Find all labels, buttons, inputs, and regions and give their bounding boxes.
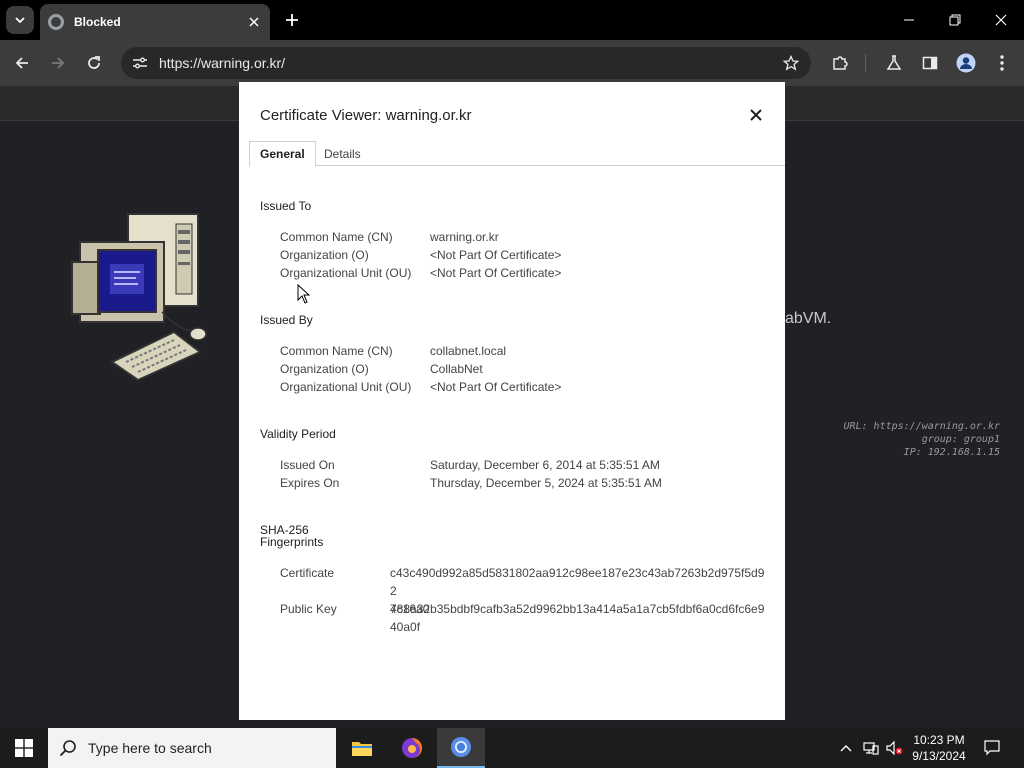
taskbar-chrome[interactable] — [437, 728, 485, 768]
taskbar-firefox[interactable] — [388, 728, 436, 768]
issued-by-cn-value: collabnet.local — [430, 344, 507, 358]
new-tab-button[interactable] — [280, 8, 304, 32]
clock-date: 9/13/2024 — [912, 749, 966, 763]
chevron-up-icon — [840, 745, 852, 752]
pubkey-fingerprint-line2: 40a0f — [390, 620, 421, 634]
taskbar: Type here to search 10:23 PM 9/13/2024 — [0, 728, 1024, 768]
page-info-block: URL: https://warning.or.kr group: group1… — [843, 420, 1000, 459]
close-window-button[interactable] — [986, 6, 1016, 34]
issued-by-org-value: CollabNet — [430, 362, 483, 376]
issued-by-heading: Issued By — [260, 313, 313, 327]
issued-on-label: Issued On — [280, 458, 335, 472]
network-icon — [863, 742, 879, 755]
issued-by-org-label: Organization (O) — [280, 362, 369, 376]
issued-to-org-label: Organization (O) — [280, 248, 369, 262]
dialog-tabs: General Details — [249, 141, 785, 167]
side-panel-button[interactable] — [917, 50, 943, 76]
issued-to-heading: Issued To — [260, 199, 312, 213]
search-icon — [48, 728, 88, 768]
taskbar-file-explorer[interactable] — [338, 728, 386, 768]
folder-icon — [352, 742, 372, 756]
tab-close-button[interactable] — [246, 14, 262, 30]
extensions-button[interactable] — [827, 50, 853, 76]
computer-illustration — [71, 213, 207, 382]
profile-button[interactable] — [953, 50, 979, 76]
restore-icon — [949, 14, 961, 26]
kebab-menu-icon — [1000, 55, 1004, 71]
close-icon — [750, 109, 762, 121]
taskbar-search-box[interactable]: Type here to search — [48, 728, 336, 768]
dialog-title: Certificate Viewer: warning.or.kr — [260, 107, 472, 124]
cert-fingerprint-line1: c43c490d992a85d5831802aa912c98ee187e23c4… — [390, 566, 765, 598]
page-info-group: group: group1 — [921, 434, 1000, 445]
firefox-icon — [402, 738, 422, 759]
start-button[interactable] — [0, 728, 48, 768]
arrow-right-icon — [52, 57, 65, 69]
url-text[interactable]: https://warning.or.kr/ — [159, 55, 775, 71]
puzzle-icon — [833, 56, 848, 70]
pubkey-fingerprint-value: 788a32b35bdbf9cafb3a52d9962bb13a414a5a1a… — [390, 600, 770, 636]
minimize-button[interactable] — [894, 6, 924, 34]
expires-on-value: Thursday, December 5, 2024 at 5:35:51 AM — [430, 476, 662, 490]
labs-button[interactable] — [881, 50, 907, 76]
dialog-close-button[interactable] — [745, 104, 767, 126]
avatar-icon — [956, 53, 976, 73]
issued-to-ou-label: Organizational Unit (OU) — [280, 266, 412, 280]
side-panel-icon — [922, 56, 938, 70]
windows-logo-icon — [15, 739, 33, 757]
tab-general[interactable]: General — [249, 141, 316, 167]
site-info-icon[interactable] — [123, 47, 157, 79]
issued-on-value: Saturday, December 6, 2014 at 5:35:51 AM — [430, 458, 660, 472]
tray-overflow-button[interactable] — [836, 728, 856, 768]
minimize-icon — [904, 19, 914, 21]
globe-icon — [48, 14, 64, 30]
page-partial-text: abVM. — [785, 310, 832, 327]
issued-to-cn-value: warning.or.kr — [430, 230, 499, 244]
taskbar-search-placeholder: Type here to search — [88, 740, 212, 756]
issued-by-ou-value: <Not Part Of Certificate> — [430, 380, 562, 394]
validity-heading: Validity Period — [260, 427, 336, 441]
tab-details[interactable]: Details — [314, 141, 371, 166]
close-icon — [995, 14, 1007, 26]
notification-icon — [984, 740, 1000, 756]
tab-search-button[interactable] — [6, 6, 34, 34]
issued-to-ou-value: <Not Part Of Certificate> — [430, 266, 562, 280]
fingerprints-heading-line2: Fingerprints — [260, 535, 324, 549]
issued-by-ou-label: Organizational Unit (OU) — [280, 380, 412, 394]
page-info-ip: IP: 192.168.1.15 — [903, 447, 1000, 458]
mouse-cursor-icon — [297, 284, 311, 304]
pubkey-fingerprint-line1: 788a32b35bdbf9cafb3a52d9962bb13a414a5a1a… — [390, 602, 765, 616]
forward-button[interactable] — [45, 50, 71, 76]
arrow-left-icon — [15, 57, 28, 69]
reload-button[interactable] — [81, 50, 107, 76]
pubkey-fingerprint-label: Public Key — [280, 602, 337, 616]
system-clock[interactable]: 10:23 PM 9/13/2024 — [900, 732, 978, 764]
browser-toolbar: https://warning.or.kr/ — [0, 40, 1024, 86]
browser-tab[interactable]: Blocked — [40, 4, 270, 40]
address-bar[interactable]: https://warning.or.kr/ — [121, 47, 811, 79]
bookmark-star-icon[interactable] — [775, 47, 807, 79]
close-icon — [249, 17, 259, 27]
page-info-url: URL: https://warning.or.kr — [843, 421, 1000, 432]
toolbar-divider — [865, 54, 866, 72]
clock-time: 10:23 PM — [913, 733, 965, 747]
chrome-icon — [451, 737, 471, 757]
tab-title: Blocked — [74, 15, 121, 29]
certificate-viewer-dialog: Certificate Viewer: warning.or.kr Genera… — [239, 82, 785, 720]
flask-icon — [886, 55, 902, 70]
menu-button[interactable] — [989, 50, 1015, 76]
back-button[interactable] — [9, 50, 35, 76]
issued-to-org-value: <Not Part Of Certificate> — [430, 248, 562, 262]
tray-network[interactable] — [860, 728, 882, 768]
reload-icon — [88, 56, 100, 69]
plus-icon — [286, 14, 298, 26]
issued-by-cn-label: Common Name (CN) — [280, 344, 393, 358]
expires-on-label: Expires On — [280, 476, 340, 490]
notification-center-button[interactable] — [980, 728, 1004, 768]
chevron-down-icon — [15, 17, 25, 24]
issued-to-cn-label: Common Name (CN) — [280, 230, 393, 244]
restore-button[interactable] — [940, 6, 970, 34]
cert-fingerprint-label: Certificate — [280, 566, 335, 580]
tab-strip: Blocked — [0, 0, 1024, 40]
